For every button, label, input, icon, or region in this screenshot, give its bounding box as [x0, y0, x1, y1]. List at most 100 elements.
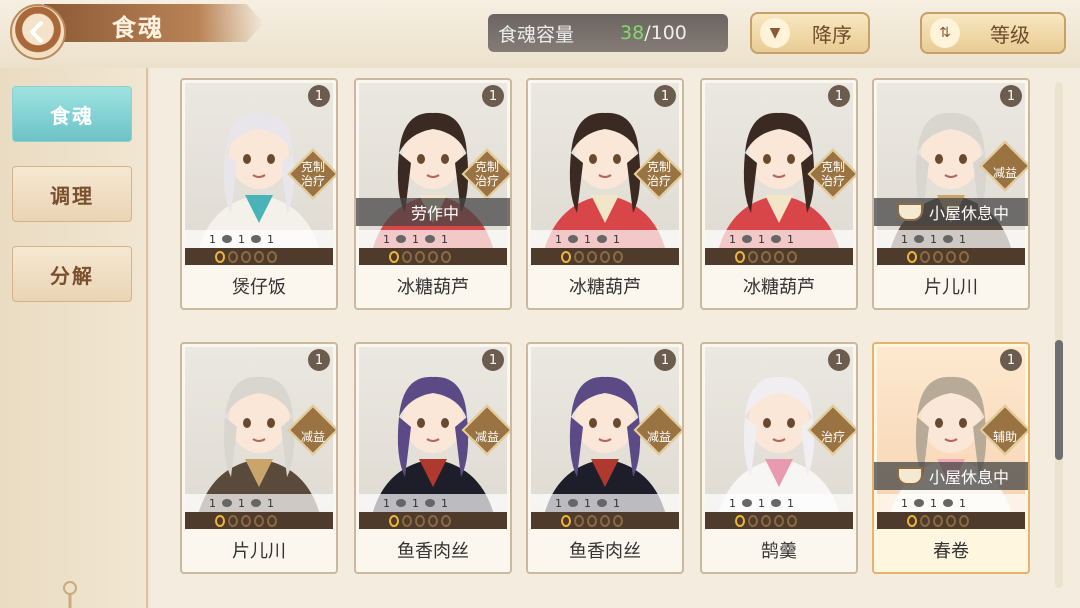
status-text: 小屋休息中	[928, 204, 1009, 223]
coin-icon	[742, 235, 752, 243]
stat-value: 1	[209, 496, 216, 510]
food-soul-card[interactable]: 1 减益 1 1 1 鱼香肉丝	[526, 342, 684, 574]
tab-food-souls[interactable]: 食魂	[12, 86, 132, 142]
stat-value: 1	[758, 232, 765, 246]
role-label: 克制 治疗	[820, 160, 845, 188]
tab-condition[interactable]: 调理	[12, 166, 132, 222]
stat-value: 1	[930, 496, 937, 510]
level-badge: 1	[654, 349, 676, 371]
star-icon	[959, 514, 969, 527]
level-badge: 1	[828, 349, 850, 371]
star-rating	[185, 248, 333, 265]
capacity-current: 38	[620, 22, 645, 44]
stat-value: 1	[383, 496, 390, 510]
star-icon	[228, 514, 238, 527]
food-soul-card[interactable]: 1 克制 治疗 1 1 1 煲仔饭	[180, 78, 338, 310]
character-name: 片儿川	[232, 541, 286, 562]
coin-icon	[222, 235, 232, 243]
cooking-pot-icon	[896, 467, 923, 485]
star-icon	[600, 514, 610, 527]
food-soul-card[interactable]: 1 治疗 1 1 1 鹄羹	[700, 342, 858, 574]
tab-label: 调理	[50, 183, 94, 208]
rabbit-icon	[771, 499, 781, 507]
back-button[interactable]	[10, 4, 66, 60]
role-label: 克制 治疗	[474, 160, 499, 188]
stat-value: 1	[441, 232, 448, 246]
stat-value: 1	[729, 496, 736, 510]
star-icon	[241, 250, 251, 263]
food-soul-card[interactable]: 1 减益 1 1 1 鱼香肉丝	[354, 342, 512, 574]
star-icon	[587, 250, 597, 263]
stat-value: 1	[613, 232, 620, 246]
star-rating	[359, 248, 507, 265]
star-icon	[215, 250, 225, 263]
status-text: 劳作中	[410, 204, 459, 223]
role-label: 减益	[646, 430, 671, 444]
star-icon	[215, 514, 225, 527]
tab-decompose[interactable]: 分解	[12, 246, 132, 302]
food-soul-card[interactable]: 1 减益 小屋休息中 1 1 1 片儿川	[872, 78, 1030, 310]
stat-value: 1	[901, 232, 908, 246]
stat-row: 1 1 1	[531, 230, 679, 248]
status-banner: 小屋休息中	[874, 198, 1028, 226]
role-label: 克制 治疗	[646, 160, 671, 188]
scrollbar[interactable]	[1055, 82, 1063, 588]
status-banner: 劳作中	[356, 198, 510, 226]
star-icon	[946, 250, 956, 263]
food-soul-card[interactable]: 1 克制 治疗 1 1 1 冰糖葫芦	[526, 78, 684, 310]
coin-icon	[914, 499, 924, 507]
food-soul-card[interactable]: 1 减益 1 1 1 片儿川	[180, 342, 338, 574]
star-icon	[241, 514, 251, 527]
star-rating	[531, 512, 679, 529]
sort-key-label: 等级	[990, 22, 1030, 47]
rabbit-icon	[251, 235, 261, 243]
star-rating	[877, 248, 1025, 265]
star-icon	[228, 250, 238, 263]
star-icon	[920, 514, 930, 527]
star-icon	[402, 250, 412, 263]
coin-icon	[742, 499, 752, 507]
rabbit-icon	[425, 499, 435, 507]
sort-order-label: 降序	[812, 22, 852, 47]
food-soul-card[interactable]: 1 克制 治疗 劳作中 1 1 1 冰糖葫芦	[354, 78, 512, 310]
star-icon	[613, 250, 623, 263]
level-badge: 1	[654, 85, 676, 107]
coin-icon	[568, 499, 578, 507]
star-icon	[428, 514, 438, 527]
stat-value: 1	[787, 232, 794, 246]
stat-value: 1	[383, 232, 390, 246]
coin-icon	[568, 235, 578, 243]
star-icon	[787, 514, 797, 527]
stat-value: 1	[729, 232, 736, 246]
food-soul-card[interactable]: 1 克制 治疗 1 1 1 冰糖葫芦	[700, 78, 858, 310]
coin-icon	[396, 499, 406, 507]
stat-row: 1 1 1	[359, 230, 507, 248]
character-name: 冰糖葫芦	[743, 277, 815, 298]
stat-value: 1	[412, 496, 419, 510]
stat-row: 1 1 1	[359, 494, 507, 512]
stat-value: 1	[555, 232, 562, 246]
scroll-thumb[interactable]	[1055, 340, 1063, 460]
level-badge: 1	[308, 85, 330, 107]
capacity-max: /100	[644, 22, 687, 44]
star-icon	[787, 250, 797, 263]
stat-row: 1 1 1	[705, 230, 853, 248]
sort-key-button[interactable]: ⇅ 等级	[920, 12, 1066, 54]
star-icon	[774, 514, 784, 527]
tab-label: 分解	[50, 263, 94, 288]
star-icon	[907, 250, 917, 263]
rabbit-icon	[425, 235, 435, 243]
star-rating	[877, 512, 1025, 529]
role-label: 减益	[992, 166, 1017, 180]
page-title: 食魂	[112, 14, 164, 42]
character-name: 鹄羹	[761, 541, 797, 562]
star-icon	[761, 250, 771, 263]
rabbit-icon	[943, 499, 953, 507]
rabbit-icon	[771, 235, 781, 243]
food-soul-card[interactable]: 1 辅助 小屋休息中 1 1 1 春卷	[872, 342, 1030, 574]
star-icon	[441, 514, 451, 527]
star-icon	[561, 514, 571, 527]
sort-order-button[interactable]: ▼ 降序	[750, 12, 870, 54]
stat-value: 1	[441, 496, 448, 510]
star-icon	[254, 514, 264, 527]
